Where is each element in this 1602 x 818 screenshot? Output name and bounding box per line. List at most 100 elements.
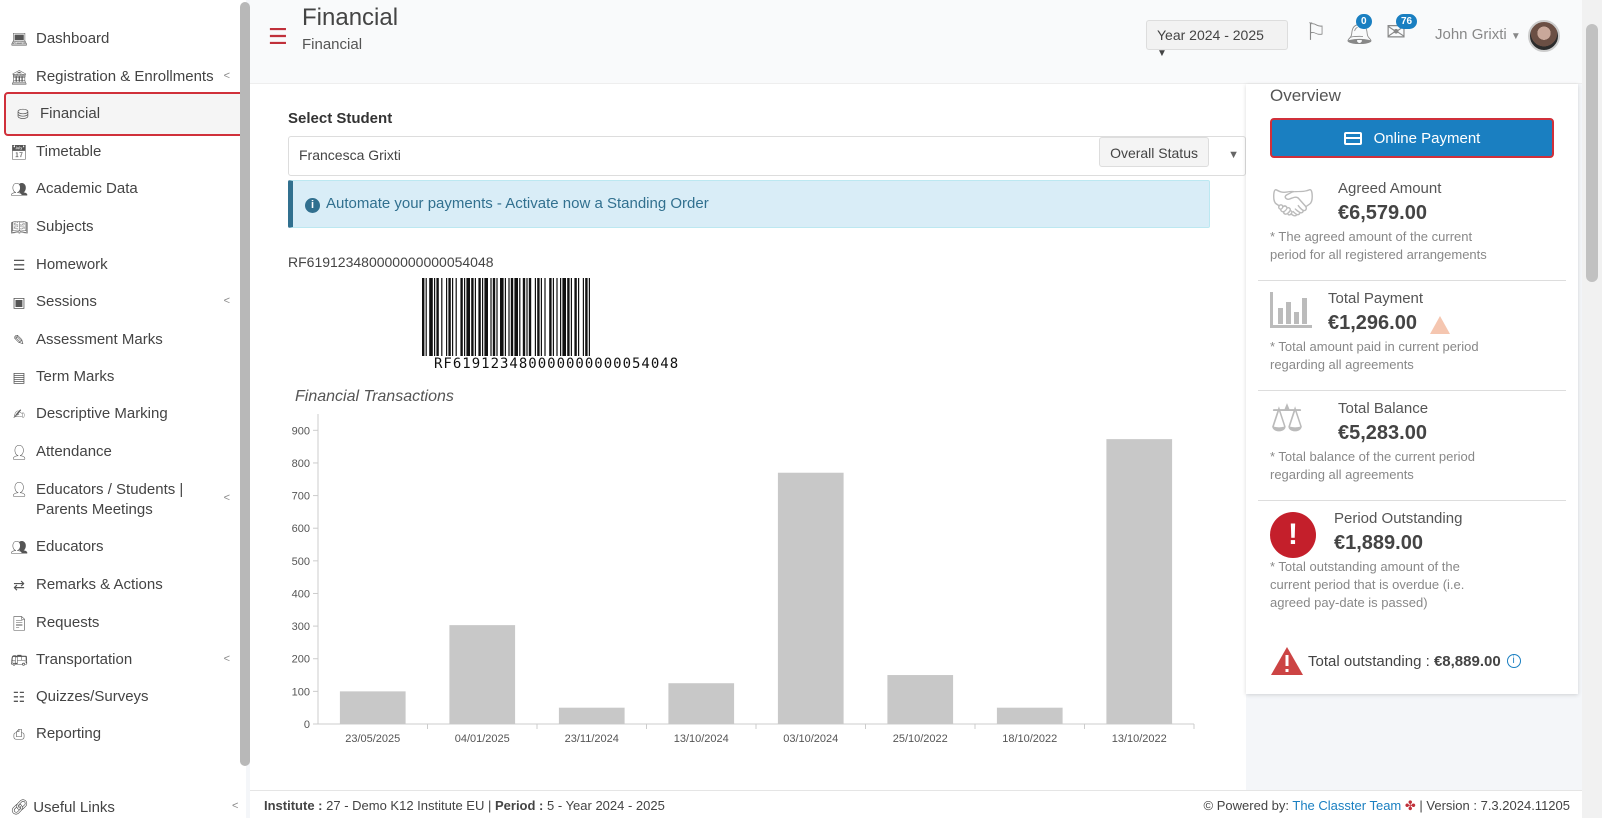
flag-icon[interactable]: ⚐: [1305, 18, 1327, 47]
sidebar-item-requests[interactable]: 📄︎ Requests: [8, 614, 236, 632]
chevron-left-icon[interactable]: <: [232, 800, 238, 812]
sidebar-item-transportation[interactable]: 🚌︎ Transportation <: [8, 651, 236, 669]
y-tick-label: 500: [292, 556, 310, 568]
info-circle-icon[interactable]: i: [1506, 654, 1521, 668]
sidebar-item-timetable[interactable]: 📅︎ Timetable: [8, 143, 236, 161]
overview-title: Overview: [1270, 86, 1341, 105]
menu-toggle-icon[interactable]: ☰: [268, 24, 288, 50]
institute-label: Institute :: [264, 798, 323, 813]
sidebar-item-educators-students-parents-meetings[interactable]: 👤︎ Educators / Students | Parents Meeting…: [8, 480, 236, 520]
notebook-icon: ▤: [12, 368, 26, 385]
barcode-bar: [434, 278, 436, 356]
handshake-icon: 🤝︎: [1270, 182, 1316, 223]
avatar[interactable]: [1528, 20, 1560, 52]
sidebar-item-financial[interactable]: ⛁ Financial: [4, 92, 244, 136]
barcode-bar: [460, 278, 463, 356]
scrollbar-thumb[interactable]: [1586, 24, 1598, 282]
sidebar-item-term-marks[interactable]: ▤ Term Marks: [8, 368, 236, 386]
total-balance-note: * Total balance of the current period re…: [1270, 449, 1476, 482]
barcode-bar: [496, 278, 498, 356]
online-payment-button[interactable]: Online Payment: [1270, 118, 1554, 158]
total-outstanding-value: €8,889.00: [1433, 652, 1501, 670]
user-menu[interactable]: John Grixti ▼: [1435, 26, 1521, 43]
sidebar-item-label: Timetable: [36, 143, 102, 160]
bus-icon: 🚌︎: [10, 651, 28, 668]
credit-card-icon: [1343, 131, 1362, 145]
chart-bar: [449, 625, 516, 724]
user-clock-icon: 👤︎: [10, 480, 28, 497]
barcode-bar: [528, 278, 532, 356]
sidebar-item-remarks-actions[interactable]: ⇄ Remarks & Actions: [8, 576, 236, 594]
period-label: Period :: [494, 798, 544, 813]
caret-down-icon: ▼: [1510, 31, 1521, 42]
barcode-bar: [540, 278, 542, 356]
agreed-amount-note: * The agreed amount of the current perio…: [1270, 229, 1487, 262]
alert-text[interactable]: Automate your payments - Activate now a …: [326, 195, 709, 212]
chart-bar: [887, 675, 954, 724]
warning-icon[interactable]: [1430, 316, 1450, 334]
barcode: RF619123480000000000054048: [288, 278, 798, 374]
overall-status-button[interactable]: Overall Status: [1099, 137, 1209, 167]
barcode-bar: [429, 278, 433, 356]
financial-transactions-chart: 0 100 200 300 400 500 600 700 800 900 23/05/2025 04…: [292, 414, 1195, 745]
sidebar-item-label: Requests: [36, 614, 100, 631]
sidebar-item-academic-data[interactable]: 👥︎ Academic Data: [8, 180, 236, 198]
barcode-bar: [534, 278, 536, 356]
barcode-bar: [452, 278, 454, 356]
sidebar-item-educators[interactable]: 👥︎ Educators: [8, 538, 236, 556]
sidebar-item-dashboard[interactable]: 💻︎ Dashboard: [8, 30, 236, 48]
agreed-amount-label: Agreed Amount: [1338, 180, 1442, 197]
barcode-bar: [526, 278, 528, 356]
total-balance-value: €5,283.00: [1338, 422, 1427, 444]
sidebar-item-registration-enrollments[interactable]: 🏛︎ Registration & Enrollments <: [8, 68, 236, 86]
page-subtitle: Financial: [302, 36, 363, 53]
coins-icon: ⛁: [17, 105, 29, 122]
link-icon: 🔗︎: [10, 799, 30, 816]
barcode-bar: [514, 278, 518, 356]
sidebar-item-homework[interactable]: ☰ Homework: [8, 256, 236, 274]
chart-bar: [558, 707, 625, 724]
sidebar-item-descriptive-marking[interactable]: ✍ Descriptive Marking: [8, 405, 236, 423]
chart-bar: [777, 472, 844, 724]
total-payment-note: * Total amount paid in current period re…: [1270, 339, 1479, 372]
barcode-bar: [478, 278, 481, 356]
sidebar-item-label: Sessions: [36, 293, 97, 310]
standing-order-alert[interactable]: i Automate your payments - Activate now a…: [288, 180, 1210, 228]
classter-team-link[interactable]: The Classter Team: [1292, 798, 1401, 813]
sidebar-item-subjects[interactable]: 📖︎ Subjects: [8, 218, 236, 236]
barcode-bar: [508, 278, 510, 356]
sidebar-item-label: Attendance: [36, 443, 112, 460]
sidebar-item-assessment-marks[interactable]: ✎ Assessment Marks: [8, 331, 236, 349]
barcode-bar: [549, 278, 552, 356]
year-selector[interactable]: Year 2024 - 2025 ▼: [1146, 20, 1288, 59]
sidebar-item-quizzes-surveys[interactable]: ☷ Quizzes/Surveys: [8, 688, 236, 706]
sidebar-item-label: Homework: [36, 256, 108, 273]
sidebar-item-label: Academic Data: [36, 180, 138, 197]
chevron-left-icon: <: [223, 492, 230, 504]
useful-links[interactable]: 🔗︎ Useful Links: [10, 798, 115, 816]
sidebar-item-label: Remarks & Actions: [36, 576, 163, 593]
barcode-bar: [560, 278, 562, 356]
barcode-bar: [574, 278, 577, 356]
sidebar-scrollbar[interactable]: [240, 2, 250, 766]
divider: [1258, 500, 1566, 501]
footer-right: © Powered by: The Classter Team ✤ | Vers…: [1204, 798, 1570, 814]
page-title: Financial: [302, 4, 399, 31]
total-balance-label: Total Balance: [1338, 400, 1429, 417]
powered-by-label: Powered by:: [1216, 798, 1289, 813]
main-scrollbar[interactable]: [1582, 0, 1602, 818]
period-outstanding-value: €1,889.00: [1334, 532, 1423, 554]
sidebar-item-label: Term Marks: [36, 368, 115, 385]
x-tick-label: 13/10/2024: [674, 733, 729, 745]
student-select[interactable]: Francesca Grixti Overall Status ▼: [288, 136, 1246, 176]
barcode-bar: [567, 278, 570, 356]
warning-icon: [1271, 647, 1303, 675]
barcode-bar: [474, 278, 476, 356]
x-tick-label: 18/10/2022: [1002, 733, 1057, 745]
institution-icon: 🏛︎: [10, 68, 28, 85]
sidebar-item-sessions[interactable]: ▣ Sessions <: [8, 293, 236, 311]
sidebar-item-label: Educators / Students | Parents Meetings: [36, 481, 184, 518]
sidebar-item-attendance[interactable]: 👤︎ Attendance: [8, 443, 236, 461]
list-icon: ☷: [12, 688, 26, 705]
sidebar-item-reporting[interactable]: ⎙ Reporting: [8, 725, 236, 743]
